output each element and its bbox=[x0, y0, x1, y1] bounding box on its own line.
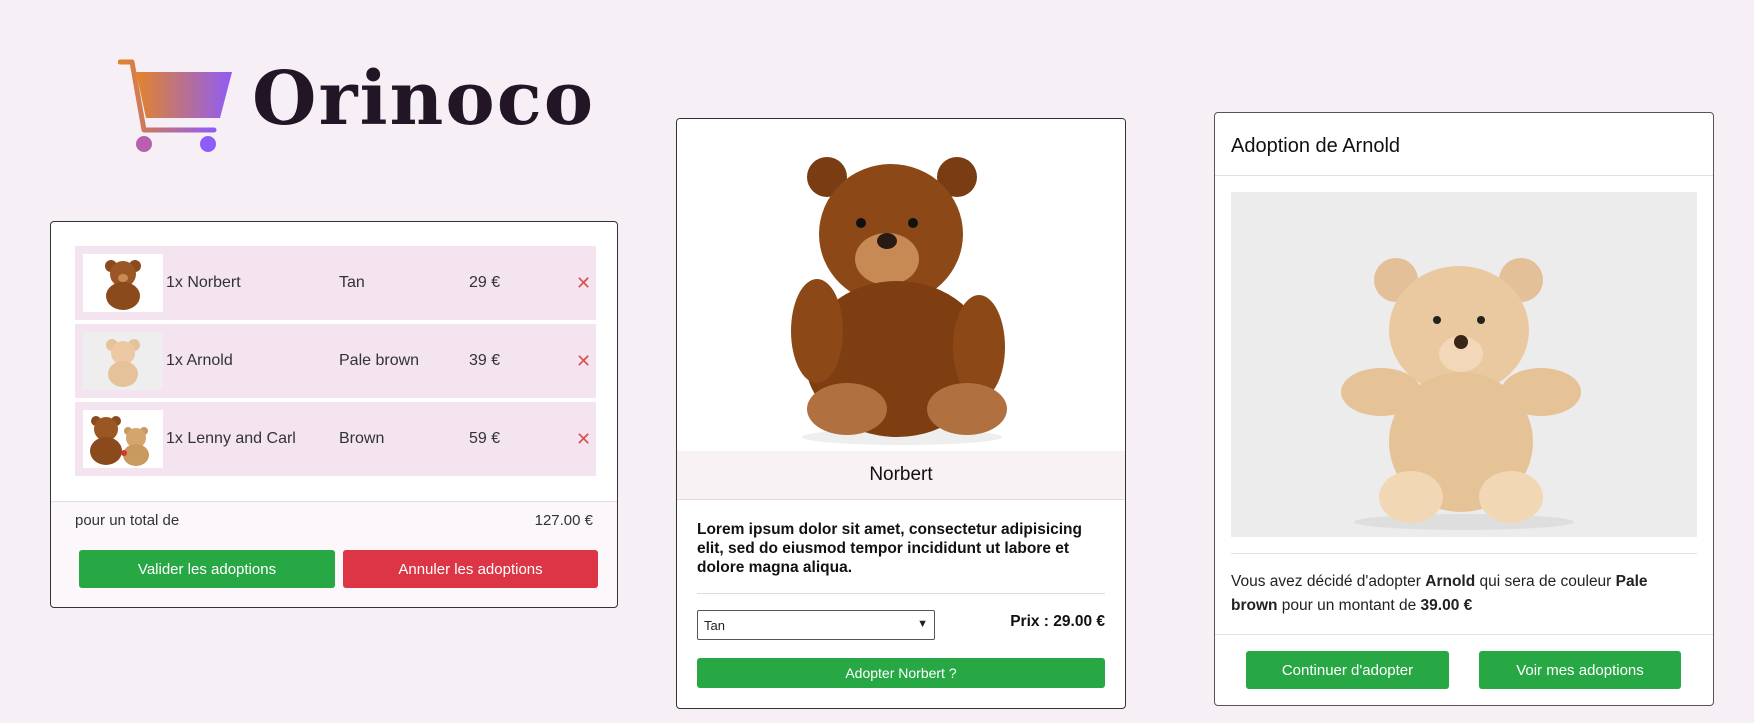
divider bbox=[1231, 553, 1697, 554]
cart-list: 1x Norbert Tan 29 € ✕ 1x Arnold Pale bro… bbox=[75, 246, 596, 480]
bear-name: Arnold bbox=[1425, 573, 1476, 590]
cart-item-color: Pale brown bbox=[339, 352, 420, 369]
adoption-amount: 39.00 € bbox=[1420, 597, 1473, 614]
divider bbox=[697, 593, 1105, 594]
product-price: Prix : 29.00 € bbox=[1010, 613, 1105, 630]
confirmation-card: Adoption de Arnold Vous avez décidé d'ad… bbox=[1214, 112, 1714, 706]
adopt-button[interactable]: Adopter Norbert ? bbox=[697, 658, 1105, 688]
cart-item-price: 29 € bbox=[469, 274, 501, 291]
cancel-adoptions-button[interactable]: Annuler les adoptions bbox=[343, 550, 598, 588]
brand-logo[interactable]: Orinoco bbox=[118, 58, 593, 158]
cart-item: 1x Norbert Tan 29 € ✕ bbox=[75, 246, 596, 320]
cart-item-thumbnail bbox=[83, 332, 163, 390]
remove-item-icon[interactable]: ✕ bbox=[576, 351, 591, 372]
product-description: Lorem ipsum dolor sit amet, consectetur … bbox=[697, 521, 1082, 576]
cart-item-color: Tan bbox=[339, 274, 365, 291]
cart-item: 1x Lenny and Carl Brown 59 € ✕ bbox=[75, 402, 596, 476]
cart-item-color: Brown bbox=[339, 430, 385, 447]
message-text: qui sera de couleur bbox=[1475, 573, 1616, 590]
confirmation-message: Vous avez décidé d'adopter Arnold qui se… bbox=[1231, 570, 1671, 618]
shopping-cart-icon bbox=[118, 59, 232, 152]
brand-name: Orinoco bbox=[252, 56, 596, 142]
cart-footer: pour un total de 127.00 € Valider les ad… bbox=[51, 501, 617, 607]
product-name: Norbert bbox=[677, 451, 1125, 500]
view-adoptions-button[interactable]: Voir mes adoptions bbox=[1479, 651, 1681, 689]
cart-item-name: 1x Norbert bbox=[166, 274, 241, 291]
cart-item-name: 1x Lenny and Carl bbox=[166, 430, 296, 447]
remove-item-icon[interactable]: ✕ bbox=[576, 273, 591, 294]
confirmation-image bbox=[1231, 192, 1697, 537]
cart-item: 1x Arnold Pale brown 39 € ✕ bbox=[75, 324, 596, 398]
chevron-down-icon: ▼ bbox=[917, 618, 928, 630]
message-text: Vous avez décidé d'adopter bbox=[1231, 573, 1426, 590]
color-select[interactable]: Tan ▼ bbox=[697, 610, 935, 640]
color-select-value: Tan bbox=[704, 617, 725, 633]
cart-item-thumbnail bbox=[83, 254, 163, 312]
message-text: pour un montant de bbox=[1277, 597, 1421, 614]
divider bbox=[1215, 634, 1713, 635]
validate-adoptions-button[interactable]: Valider les adoptions bbox=[79, 550, 335, 588]
cart-item-price: 59 € bbox=[469, 430, 501, 447]
divider bbox=[1215, 175, 1713, 176]
confirmation-title: Adoption de Arnold bbox=[1231, 135, 1401, 157]
cart-item-name: 1x Arnold bbox=[166, 352, 233, 369]
cart-item-thumbnail bbox=[83, 410, 163, 468]
cart-card: 1x Norbert Tan 29 € ✕ 1x Arnold Pale bro… bbox=[50, 221, 618, 608]
remove-item-icon[interactable]: ✕ bbox=[576, 429, 591, 450]
cart-item-price: 39 € bbox=[469, 352, 501, 369]
total-value: 127.00 € bbox=[534, 512, 593, 529]
product-image bbox=[677, 119, 1125, 451]
total-label: pour un total de bbox=[75, 512, 180, 529]
product-card: Norbert Lorem ipsum dolor sit amet, cons… bbox=[676, 118, 1126, 709]
continue-adopting-button[interactable]: Continuer d'adopter bbox=[1246, 651, 1449, 689]
